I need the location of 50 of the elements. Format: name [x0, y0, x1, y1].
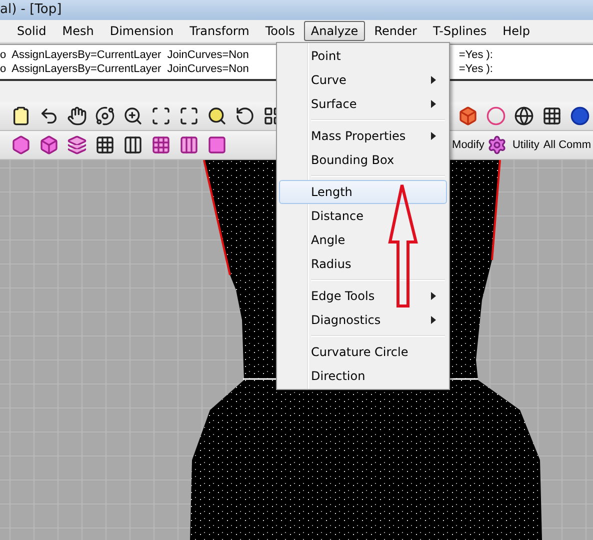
menu-entry[interactable]: Edge Tools [279, 284, 447, 308]
menu-item[interactable]: T-Splines [426, 20, 494, 41]
menu-item[interactable]: Tools [258, 20, 302, 41]
box-icon[interactable] [457, 105, 479, 128]
menu-entry[interactable]: Mass Properties [279, 124, 447, 148]
orbit-icon[interactable] [94, 105, 116, 128]
zoom-selected-icon[interactable] [206, 105, 228, 128]
toolbar-tab[interactable]: Modify [452, 139, 484, 152]
command-text: o AssignLayersBy=CurrentLayer JoinCurves=Non [0, 48, 249, 62]
menu-entry[interactable]: Angle [279, 228, 447, 252]
menu-entry[interactable]: Direction [279, 364, 447, 388]
menu-entry[interactable]: Curvature Circle [279, 340, 447, 364]
menu-entry[interactable]: Length [279, 180, 447, 204]
wireframe-sphere-icon[interactable] [513, 105, 535, 128]
command-text: =Yes ): [458, 62, 493, 76]
menu-entry[interactable]: Surface [279, 92, 447, 116]
solid-icon[interactable] [10, 134, 32, 156]
arrow-annotation-icon [387, 182, 421, 310]
zoom-window-icon[interactable] [150, 105, 172, 128]
mesh-grid-icon[interactable] [178, 134, 200, 156]
menu-entry[interactable]: Distance [279, 204, 447, 228]
toolbar-tab[interactable]: Utility [512, 139, 540, 152]
layers-icon[interactable] [66, 134, 88, 156]
gear-icon[interactable] [486, 134, 508, 156]
command-text: o AssignLayersBy=CurrentLayer JoinCurves=Non [0, 62, 249, 76]
menu-entry[interactable]: Bounding Box [279, 148, 447, 172]
zoom-extents-icon[interactable] [178, 105, 200, 128]
sphere-icon[interactable] [569, 105, 591, 128]
rotate-view-icon[interactable] [234, 105, 256, 128]
surface-icon[interactable] [38, 134, 60, 156]
menu-item[interactable]: Transform [182, 20, 256, 41]
mesh-grid-icon[interactable] [150, 134, 172, 156]
hand-icon[interactable] [66, 105, 88, 128]
menu-item[interactable]: Render [367, 20, 424, 41]
menu-item[interactable]: Help [496, 20, 537, 41]
grid-points-icon[interactable] [122, 134, 144, 156]
menu-entry[interactable]: Point [279, 44, 447, 68]
window-title: al) - [Top] [0, 2, 62, 18]
menu-entry[interactable]: Diagnostics [279, 308, 447, 332]
grid-points-icon[interactable] [94, 134, 116, 156]
toolbar-tab[interactable]: All Comm [543, 139, 591, 152]
menu-item[interactable]: Analyze [304, 20, 366, 41]
zoom-in-icon[interactable] [122, 105, 144, 128]
menu-item[interactable]: Solid [10, 20, 54, 41]
menu-entry[interactable]: Radius [279, 252, 447, 276]
menu-item[interactable]: Dimension [102, 20, 181, 41]
command-text: =Yes ): [458, 48, 493, 62]
menu-entry[interactable]: Curve [279, 68, 447, 92]
menu-item[interactable]: Mesh [55, 20, 101, 41]
square-icon[interactable] [206, 134, 228, 156]
